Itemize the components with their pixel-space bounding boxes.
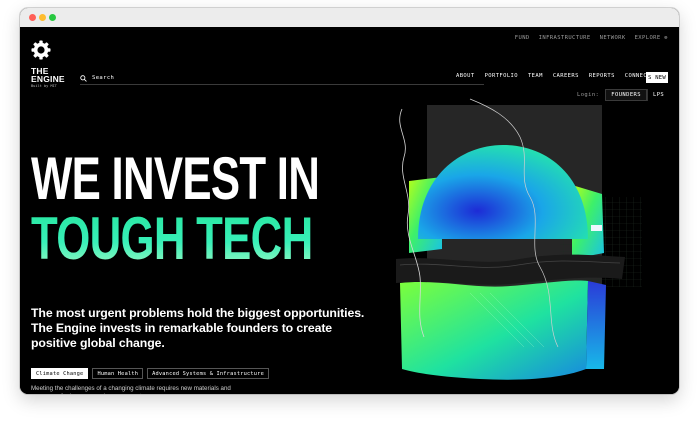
logo-wordmark: THE ENGINE: [31, 67, 71, 84]
new-button[interactable]: S NEW: [646, 72, 668, 83]
nav-careers[interactable]: CAREERS: [553, 73, 579, 79]
search-icon: [80, 74, 87, 82]
search-bar[interactable]: Search: [80, 72, 484, 85]
hero-illustration: [396, 98, 642, 380]
hero-headline: WE INVEST IN TOUGH TECH: [31, 145, 320, 269]
close-window-button[interactable]: [29, 14, 36, 21]
nav-portfolio[interactable]: PORTFOLIO: [485, 73, 518, 79]
small-window: [591, 225, 602, 231]
hero-headline-line1: WE INVEST IN: [31, 145, 320, 212]
hero-subhead: The most urgent problems hold the bigges…: [31, 306, 365, 350]
nav-about[interactable]: ABOUT: [456, 73, 475, 79]
lower-block: [400, 280, 588, 380]
engine-logo-icon: [31, 40, 51, 60]
focus-area-description: Meeting the challenges of a changing cli…: [31, 385, 231, 394]
tag-advanced-systems[interactable]: Advanced Systems & Infrastructure: [147, 368, 269, 379]
main-nav: ABOUT PORTFOLIO TEAM CAREERS REPORTS CON…: [456, 73, 651, 79]
nav-reports[interactable]: REPORTS: [589, 73, 615, 79]
top-links: FUND INFRASTRUCTURE NETWORK EXPLORE ⊕: [515, 35, 668, 41]
top-link-fund[interactable]: FUND: [515, 35, 530, 41]
maximize-window-button[interactable]: [49, 14, 56, 21]
focus-area-tags: Climate Change Human Health Advanced Sys…: [31, 368, 269, 379]
logo-word-line2: ENGINE: [31, 73, 65, 84]
top-link-network[interactable]: NETWORK: [600, 35, 626, 41]
minimize-window-button[interactable]: [39, 14, 46, 21]
browser-window: FUND INFRASTRUCTURE NETWORK EXPLORE ⊕ TH…: [20, 8, 679, 394]
lower-block-side: [586, 281, 606, 369]
hero-headline-line2: TOUGH TECH: [31, 209, 319, 269]
nav-team[interactable]: TEAM: [528, 73, 543, 79]
browser-chrome: [20, 8, 679, 27]
top-link-explore[interactable]: EXPLORE ⊕: [635, 35, 668, 41]
tag-climate-change[interactable]: Climate Change: [31, 368, 89, 379]
search-input[interactable]: Search: [92, 75, 114, 81]
top-link-infrastructure[interactable]: INFRASTRUCTURE: [539, 35, 591, 41]
logo-subtitle: Built by MIT: [31, 84, 57, 88]
tag-human-health[interactable]: Human Health: [92, 368, 144, 379]
page: FUND INFRASTRUCTURE NETWORK EXPLORE ⊕ TH…: [20, 27, 679, 394]
logo[interactable]: THE ENGINE Built by MIT: [31, 40, 71, 88]
